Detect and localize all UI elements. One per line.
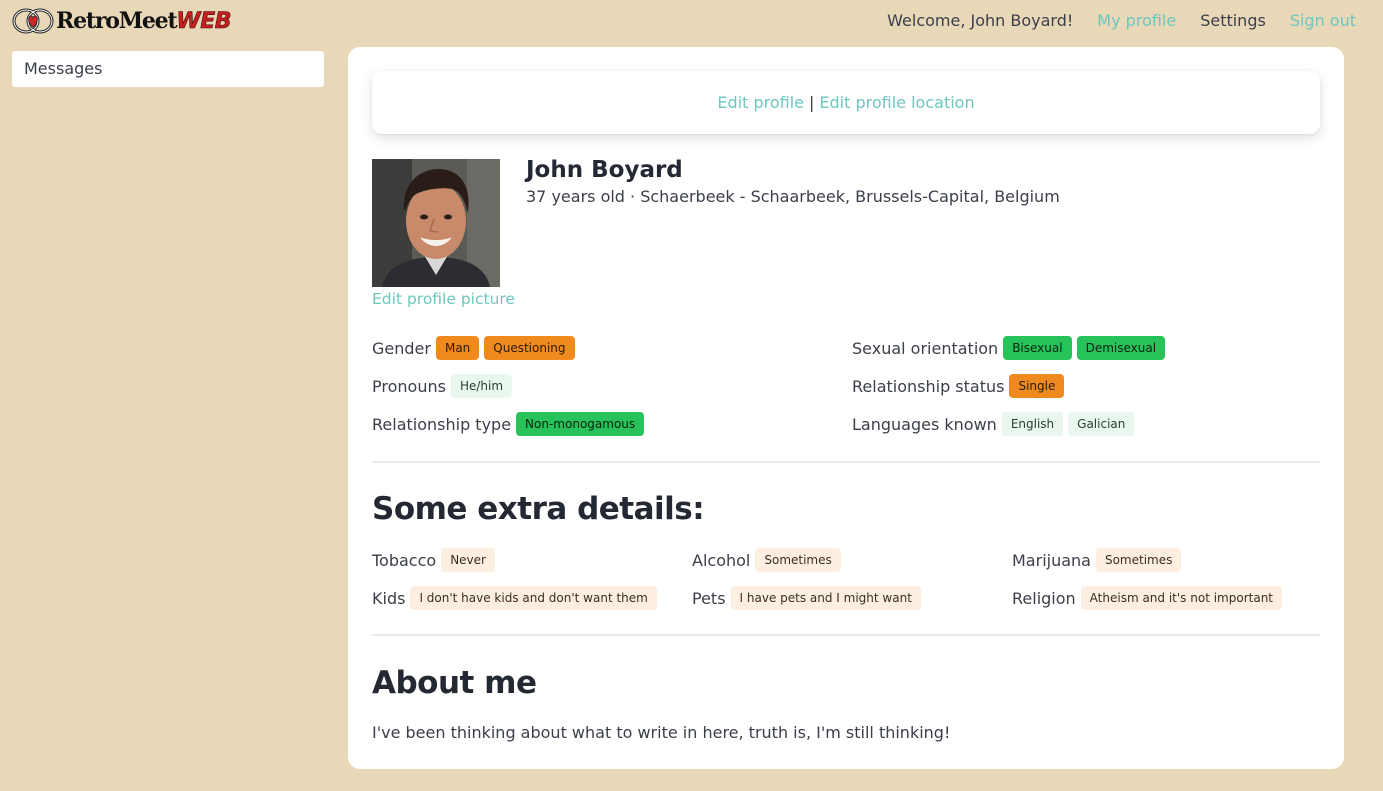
language-tag: English: [1001, 412, 1064, 436]
nav-settings[interactable]: Settings: [1200, 11, 1266, 30]
orientation-field: Sexual orientation Bisexual Demisexual: [852, 336, 1170, 360]
tobacco-field: Tobacco Never: [372, 548, 500, 572]
section-divider: [372, 461, 1320, 463]
orientation-tag: Demisexual: [1076, 336, 1166, 360]
relationship-type-tag: Non-monogamous: [516, 412, 645, 436]
religion-label: Religion: [1012, 588, 1076, 608]
kids-field: Kids I don't have kids and don't want th…: [372, 586, 662, 610]
pets-field: Pets I have pets and I might want: [692, 586, 926, 610]
logo-text: RetroMeet: [56, 8, 178, 34]
profile-edit-bar: Edit profile | Edit profile location: [372, 71, 1320, 134]
sidebar-item-messages[interactable]: Messages: [12, 51, 324, 87]
relationship-type-label: Relationship type: [372, 414, 512, 434]
profile-photo-image: [372, 159, 500, 287]
pronouns-label: Pronouns: [372, 376, 446, 396]
language-tag: Galician: [1068, 412, 1135, 436]
about-heading: About me: [372, 665, 537, 701]
gender-field: Gender Man Questioning: [372, 336, 580, 360]
logo-suffix: WEB: [176, 8, 232, 34]
link-separator: |: [809, 93, 815, 112]
relationship-type-field: Relationship type Non-monogamous: [372, 412, 649, 436]
extra-details-heading: Some extra details:: [372, 491, 705, 527]
relationship-status-tag: Single: [1009, 374, 1065, 398]
profile-photo: [372, 159, 500, 287]
alcohol-label: Alcohol: [692, 550, 751, 570]
relationship-status-field: Relationship status Single: [852, 374, 1069, 398]
kids-label: Kids: [372, 588, 406, 608]
pets-value: I have pets and I might want: [730, 586, 921, 610]
profile-card: Edit profile | Edit profile location Edi…: [348, 47, 1344, 769]
profile-subline: 37 years old · Schaerbeek - Schaarbeek, …: [526, 187, 1060, 206]
orientation-label: Sexual orientation: [852, 338, 999, 358]
pets-label: Pets: [692, 588, 726, 608]
pronouns-tag: He/him: [450, 374, 513, 398]
kids-value: I don't have kids and don't want them: [410, 586, 657, 610]
marijuana-field: Marijuana Sometimes: [1012, 548, 1186, 572]
top-nav: Welcome, John Boyard! My profile Setting…: [887, 11, 1356, 30]
tobacco-value: Never: [441, 548, 495, 572]
about-text: I've been thinking about what to write i…: [372, 723, 951, 742]
edit-profile-picture-link[interactable]: Edit profile picture: [372, 290, 515, 308]
marijuana-label: Marijuana: [1012, 550, 1091, 570]
welcome-text: Welcome, John Boyard!: [887, 11, 1074, 30]
alcohol-value: Sometimes: [755, 548, 841, 572]
edit-profile-link[interactable]: Edit profile: [717, 93, 804, 112]
edit-location-link[interactable]: Edit profile location: [819, 93, 974, 112]
site-logo[interactable]: RetroMeet WEB: [11, 6, 232, 36]
relationship-status-label: Relationship status: [852, 376, 1005, 396]
languages-field: Languages known English Galician: [852, 412, 1139, 436]
gender-tag: Questioning: [484, 336, 575, 360]
pronouns-field: Pronouns He/him: [372, 374, 517, 398]
languages-label: Languages known: [852, 414, 997, 434]
religion-value: Atheism and it's not important: [1080, 586, 1282, 610]
gender-label: Gender: [372, 338, 431, 358]
marijuana-value: Sometimes: [1095, 548, 1182, 572]
section-divider: [372, 634, 1320, 636]
top-bar: RetroMeet WEB Welcome, John Boyard! My p…: [0, 0, 1383, 42]
gender-tag: Man: [435, 336, 480, 360]
orientation-tag: Bisexual: [1003, 336, 1072, 360]
profile-name: John Boyard: [526, 157, 683, 183]
religion-field: Religion Atheism and it's not important: [1012, 586, 1287, 610]
nav-my-profile[interactable]: My profile: [1097, 11, 1176, 30]
alcohol-field: Alcohol Sometimes: [692, 548, 846, 572]
tobacco-label: Tobacco: [372, 550, 437, 570]
heart-rings-icon: [12, 8, 54, 34]
nav-sign-out[interactable]: Sign out: [1290, 11, 1356, 30]
